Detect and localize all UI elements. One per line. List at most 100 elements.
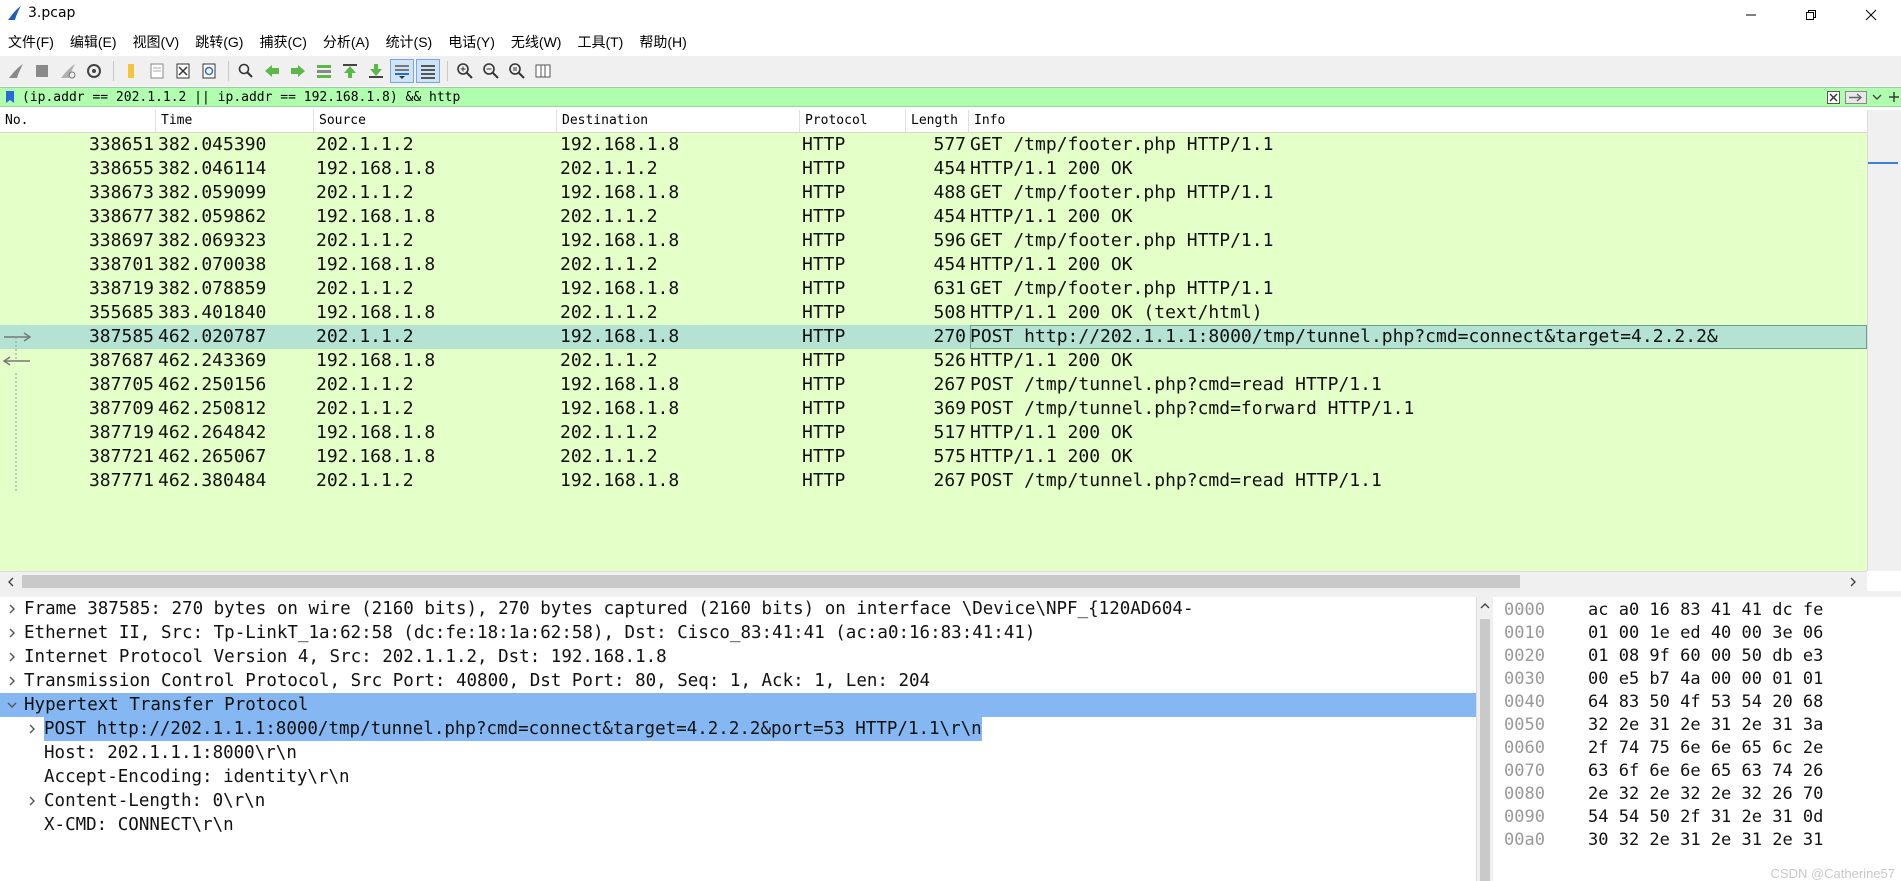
- apply-filter-button[interactable]: [1844, 89, 1868, 105]
- detail-tree-label: Internet Protocol Version 4, Src: 202.1.…: [24, 647, 667, 667]
- detail-tree-item[interactable]: Accept-Encoding: identity\r\n: [0, 765, 1476, 789]
- colorize-button[interactable]: [416, 59, 440, 83]
- column-header-time[interactable]: Time: [156, 110, 314, 132]
- packet-row-selected[interactable]: 387585 462.020787 202.1.1.2 192.168.1.8 HTTP…: [0, 325, 1867, 349]
- zoom-in-button[interactable]: [453, 59, 477, 83]
- detail-tree-item[interactable]: Content-Length: 0\r\n: [0, 789, 1476, 813]
- bytes-row: 0040 64 83 50 4f 53 54 20 68: [1500, 691, 1901, 714]
- close-file-button[interactable]: [171, 59, 195, 83]
- packet-row[interactable]: 338673 382.059099 202.1.1.2 192.168.1.8 HTTP…: [0, 181, 1867, 205]
- stop-capture-button[interactable]: [30, 59, 54, 83]
- chevron-left-icon[interactable]: [6, 576, 16, 588]
- restore-button[interactable]: [1781, 0, 1841, 30]
- packet-destination: 192.168.1.8: [560, 470, 680, 491]
- packet-row[interactable]: 338677 382.059862 192.168.1.8 202.1.1.2 HTTP…: [0, 205, 1867, 229]
- packet-row[interactable]: 338655 382.046114 192.168.1.8 202.1.1.2 HTTP…: [0, 157, 1867, 181]
- detail-tree-item[interactable]: X-CMD: CONNECT\r\n: [0, 813, 1476, 837]
- add-filter-button[interactable]: [1887, 89, 1901, 105]
- menu-capture[interactable]: 捕获(C): [251, 30, 314, 54]
- reload-file-button[interactable]: [197, 59, 221, 83]
- clear-icon: [1826, 90, 1840, 104]
- menu-telephony[interactable]: 电话(Y): [440, 30, 503, 54]
- go-to-packet-icon: [317, 65, 331, 78]
- detail-tree-item[interactable]: Frame 387585: 270 bytes on wire (2160 bi…: [0, 597, 1476, 621]
- column-header-protocol[interactable]: Protocol: [800, 110, 906, 132]
- recent-filters-button[interactable]: [1870, 89, 1884, 105]
- menu-analyze[interactable]: 分析(A): [315, 30, 378, 54]
- open-file-button[interactable]: [119, 59, 143, 83]
- chevron-right-icon[interactable]: [6, 675, 18, 687]
- packet-row[interactable]: 355685 383.401840 192.168.1.8 202.1.1.2 HTTP…: [0, 301, 1867, 325]
- chevron-right-icon[interactable]: [6, 603, 18, 615]
- scrollbar-thumb[interactable]: [1480, 619, 1490, 881]
- chevron-right-icon[interactable]: [6, 627, 18, 639]
- menu-file[interactable]: 文件(F): [0, 30, 62, 54]
- packet-row[interactable]: 338697 382.069323 202.1.1.2 192.168.1.8 HTTP…: [0, 229, 1867, 253]
- packet-list-horizontal-scrollbar[interactable]: [0, 571, 1867, 592]
- packet-source: 192.168.1.8: [316, 422, 436, 443]
- close-button[interactable]: [1841, 0, 1901, 30]
- auto-scroll-button[interactable]: [390, 59, 414, 83]
- display-filter-input[interactable]: (ip.addr == 202.1.1.2 || ip.addr == 192.…: [22, 89, 460, 106]
- capture-options-button[interactable]: [82, 59, 106, 83]
- go-to-packet-button[interactable]: [312, 59, 336, 83]
- save-file-button[interactable]: [145, 59, 169, 83]
- column-header-destination[interactable]: Destination: [557, 110, 800, 132]
- packet-row[interactable]: 338651 382.045390 202.1.1.2 192.168.1.8 HTTP…: [0, 133, 1867, 157]
- minimize-button[interactable]: [1721, 0, 1781, 30]
- find-packet-button[interactable]: [234, 59, 258, 83]
- packet-row[interactable]: 387705 462.250156 202.1.1.2 192.168.1.8 HTTP…: [0, 373, 1867, 397]
- column-header-info[interactable]: Info: [969, 110, 1867, 132]
- go-forward-button[interactable]: [286, 59, 310, 83]
- packet-row[interactable]: 387709 462.250812 202.1.1.2 192.168.1.8 HTTP…: [0, 397, 1867, 421]
- packet-info: POST /tmp/tunnel.php?cmd=read HTTP/1.1: [970, 470, 1382, 491]
- detail-tree-item[interactable]: Internet Protocol Version 4, Src: 202.1.…: [0, 645, 1476, 669]
- bytes-offset: 00a0: [1504, 830, 1545, 850]
- scrollbar-thumb[interactable]: [1868, 162, 1898, 164]
- menu-help[interactable]: 帮助(H): [631, 30, 694, 54]
- restart-capture-icon: [61, 64, 76, 79]
- menu-bar: 文件(F) 编辑(E) 视图(V) 跳转(G) 捕获(C) 分析(A) 统计(S…: [0, 30, 1901, 54]
- chevron-up-icon[interactable]: [1479, 601, 1491, 611]
- menu-tools[interactable]: 工具(T): [569, 30, 631, 54]
- menu-view[interactable]: 视图(V): [125, 30, 188, 54]
- detail-tree-item[interactable]: Host: 202.1.1.1:8000\r\n: [0, 741, 1476, 765]
- menu-go[interactable]: 跳转(G): [187, 30, 251, 54]
- zoom-out-button[interactable]: [479, 59, 503, 83]
- packet-row[interactable]: 387687 462.243369 192.168.1.8 202.1.1.2 HTTP…: [0, 349, 1867, 373]
- packet-source: 202.1.1.2: [316, 230, 414, 251]
- details-vertical-scrollbar[interactable]: [1476, 597, 1493, 881]
- chevron-down-icon[interactable]: [6, 699, 18, 711]
- packet-row[interactable]: 387719 462.264842 192.168.1.8 202.1.1.2 HTTP…: [0, 421, 1867, 445]
- start-capture-button[interactable]: [4, 59, 28, 83]
- chevron-right-icon[interactable]: [26, 723, 38, 735]
- bytes-hex[interactable]: 30 32 2e 31 2e 31 2e 31: [1588, 829, 1823, 856]
- detail-tree-item[interactable]: Transmission Control Protocol, Src Port:…: [0, 669, 1476, 693]
- go-first-button[interactable]: [338, 59, 362, 83]
- go-back-button[interactable]: [260, 59, 284, 83]
- column-header-length[interactable]: Length: [906, 110, 969, 132]
- restart-capture-button[interactable]: [56, 59, 80, 83]
- resize-columns-button[interactable]: [531, 59, 555, 83]
- chevron-right-icon[interactable]: [1848, 576, 1858, 588]
- chevron-right-icon[interactable]: [6, 651, 18, 663]
- packet-row[interactable]: 387721 462.265067 192.168.1.8 202.1.1.2 HTTP…: [0, 445, 1867, 469]
- column-header-source[interactable]: Source: [314, 110, 557, 132]
- packet-row[interactable]: 387771 462.380484 202.1.1.2 192.168.1.8 HTTP…: [0, 469, 1867, 493]
- zoom-normal-button[interactable]: [505, 59, 529, 83]
- detail-tree-item[interactable]: POST http://202.1.1.1:8000/tmp/tunnel.ph…: [0, 717, 1476, 741]
- clear-filter-button[interactable]: [1826, 89, 1840, 105]
- detail-tree-item[interactable]: Hypertext Transfer Protocol: [0, 693, 1476, 717]
- packet-row[interactable]: 338701 382.070038 192.168.1.8 202.1.1.2 HTTP…: [0, 253, 1867, 277]
- packet-list-vertical-scrollbar[interactable]: [1867, 110, 1901, 571]
- packet-row[interactable]: 338719 382.078859 202.1.1.2 192.168.1.8 HTTP…: [0, 277, 1867, 301]
- bookmark-icon[interactable]: [4, 90, 16, 104]
- column-header-no[interactable]: No.: [0, 110, 156, 132]
- detail-tree-item[interactable]: Ethernet II, Src: Tp-LinkT_1a:62:58 (dc:…: [0, 621, 1476, 645]
- scrollbar-thumb[interactable]: [22, 575, 1520, 588]
- menu-wireless[interactable]: 无线(W): [503, 30, 570, 54]
- go-last-button[interactable]: [364, 59, 388, 83]
- chevron-right-icon[interactable]: [26, 795, 38, 807]
- menu-edit[interactable]: 编辑(E): [62, 30, 125, 54]
- menu-statistics[interactable]: 统计(S): [378, 30, 441, 54]
